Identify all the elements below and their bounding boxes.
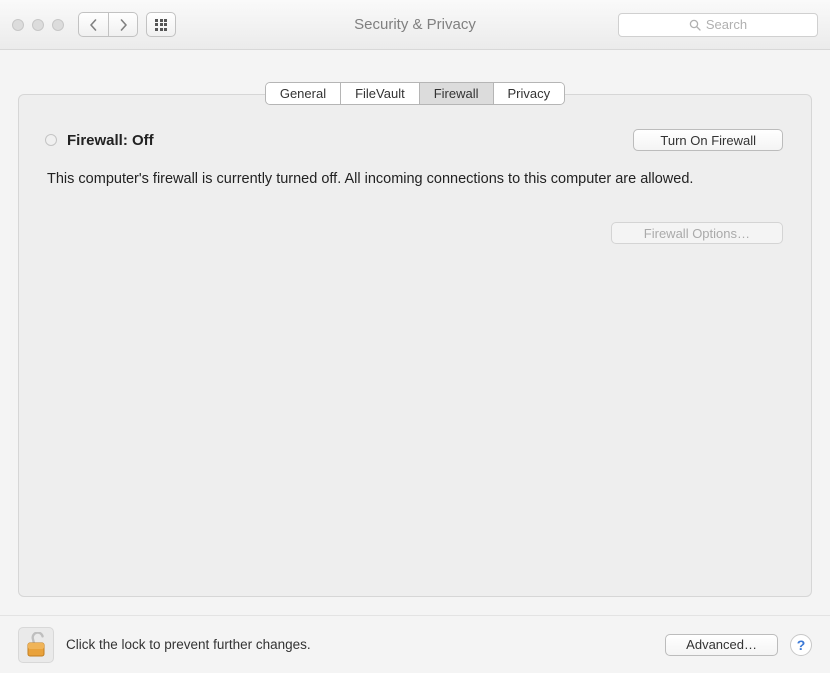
firewall-panel: Firewall: Off Turn On Firewall This comp… <box>18 94 812 597</box>
advanced-button[interactable]: Advanced… <box>665 634 778 656</box>
search-input[interactable]: Search <box>618 13 818 37</box>
traffic-lights <box>12 19 64 31</box>
minimize-window-button[interactable] <box>32 19 44 31</box>
options-row: Firewall Options… <box>47 222 783 244</box>
search-placeholder: Search <box>706 17 747 32</box>
close-window-button[interactable] <box>12 19 24 31</box>
tabs: General FileVault Firewall Privacy <box>265 82 565 105</box>
tab-label: FileVault <box>355 86 405 101</box>
zoom-window-button[interactable] <box>52 19 64 31</box>
tab-general[interactable]: General <box>266 83 341 104</box>
lock-button[interactable] <box>18 627 54 663</box>
help-button[interactable]: ? <box>790 634 812 656</box>
show-all-button[interactable] <box>146 12 176 37</box>
firewall-options-button: Firewall Options… <box>611 222 783 244</box>
tab-privacy[interactable]: Privacy <box>494 83 565 104</box>
back-button[interactable] <box>78 12 108 37</box>
tab-label: General <box>280 86 326 101</box>
chevron-left-icon <box>89 19 98 31</box>
button-label: Turn On Firewall <box>660 133 756 148</box>
turn-on-firewall-button[interactable]: Turn On Firewall <box>633 129 783 151</box>
firewall-description: This computer's firewall is currently tu… <box>47 169 717 190</box>
lock-description: Click the lock to prevent further change… <box>66 637 311 652</box>
search-icon <box>689 19 701 31</box>
content: General FileVault Firewall Privacy Firew… <box>0 50 830 673</box>
firewall-status-label: Firewall: Off <box>67 132 154 149</box>
forward-button[interactable] <box>108 12 138 37</box>
nav-buttons <box>78 12 138 37</box>
tab-filevault[interactable]: FileVault <box>341 83 420 104</box>
status-indicator-icon <box>45 134 57 146</box>
footer: Click the lock to prevent further change… <box>0 615 830 673</box>
preferences-window: Security & Privacy Search General FileVa… <box>0 0 830 673</box>
help-icon: ? <box>797 637 806 653</box>
tab-firewall[interactable]: Firewall <box>420 83 494 104</box>
titlebar: Security & Privacy Search <box>0 0 830 50</box>
tab-label: Privacy <box>508 86 551 101</box>
status-row: Firewall: Off Turn On Firewall <box>47 129 783 151</box>
chevron-right-icon <box>119 19 128 31</box>
button-label: Advanced… <box>686 637 757 652</box>
tab-label: Firewall <box>434 86 479 101</box>
button-label: Firewall Options… <box>644 226 750 241</box>
grid-icon <box>155 19 167 31</box>
unlocked-lock-icon <box>25 632 47 658</box>
tabs-container: General FileVault Firewall Privacy <box>0 50 830 94</box>
